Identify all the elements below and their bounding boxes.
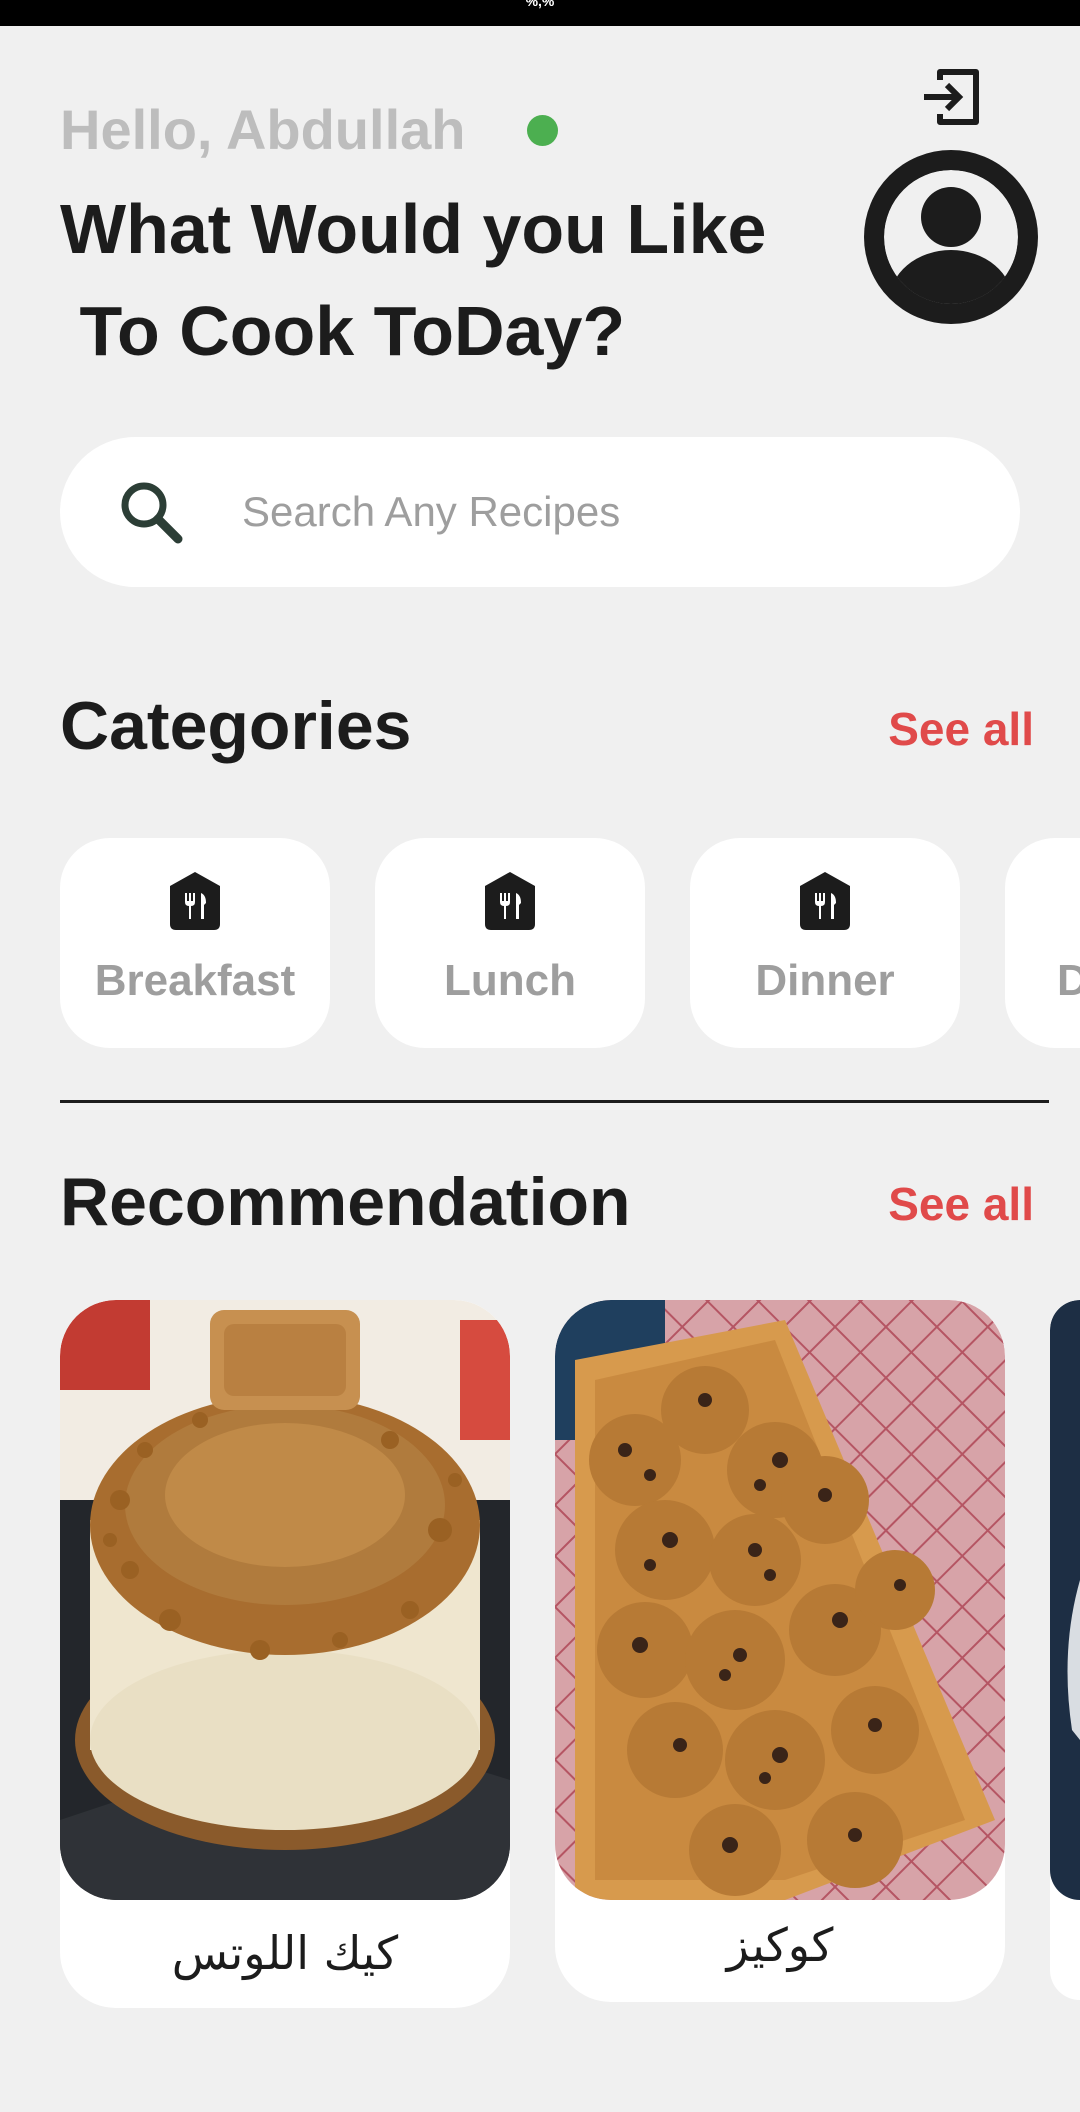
category-label: Dinner — [755, 956, 895, 1005]
categories-see-all-link[interactable]: See all — [888, 701, 1034, 757]
recipe-name: كوكيز — [726, 1918, 834, 1972]
status-bar-text: %,% — [525, 0, 555, 9]
restaurant-icon — [800, 872, 850, 930]
section-divider — [60, 1100, 1049, 1103]
home-screen: %,% Hello, Abdullah What Would you Like … — [0, 0, 1080, 2112]
category-label: Breakfast — [94, 956, 296, 1005]
page-headline: What Would you Like To Cook ToDay? — [60, 190, 767, 370]
recipe-card[interactable]: كوكيز — [555, 1300, 1005, 2002]
category-label: D — [1057, 956, 1080, 1005]
restaurant-icon — [170, 872, 220, 930]
online-status-dot — [527, 115, 558, 146]
recipe-image-cookies — [555, 1300, 1005, 1900]
category-card-breakfast[interactable]: Breakfast — [60, 838, 330, 1048]
recipe-image-partial — [1050, 1300, 1080, 1900]
recipe-image-lotus-cake — [60, 1300, 510, 1900]
recommendation-see-all-link[interactable]: See all — [888, 1176, 1034, 1232]
profile-avatar[interactable] — [864, 150, 1038, 324]
logout-button[interactable] — [920, 66, 982, 128]
recipe-card[interactable]: كيك اللوتس — [60, 1300, 510, 2008]
search-icon — [121, 482, 183, 544]
recipe-name: كيك اللوتس — [171, 1926, 399, 1980]
account-circle-icon — [864, 150, 1038, 324]
category-card-lunch[interactable]: Lunch — [375, 838, 645, 1048]
recommendation-title: Recommendation — [60, 1164, 631, 1240]
category-label: Lunch — [444, 956, 576, 1005]
categories-title: Categories — [60, 688, 412, 764]
category-card-partial[interactable]: D — [1005, 838, 1080, 1048]
search-input[interactable] — [242, 482, 962, 542]
greeting-text: Hello, Abdullah — [60, 98, 466, 161]
recipe-card-partial[interactable] — [1050, 1300, 1080, 2000]
logout-icon — [924, 69, 979, 125]
category-card-dinner[interactable]: Dinner — [690, 838, 960, 1048]
status-bar: %,% — [0, 0, 1080, 26]
restaurant-icon — [485, 872, 535, 930]
search-bar[interactable] — [60, 437, 1020, 587]
